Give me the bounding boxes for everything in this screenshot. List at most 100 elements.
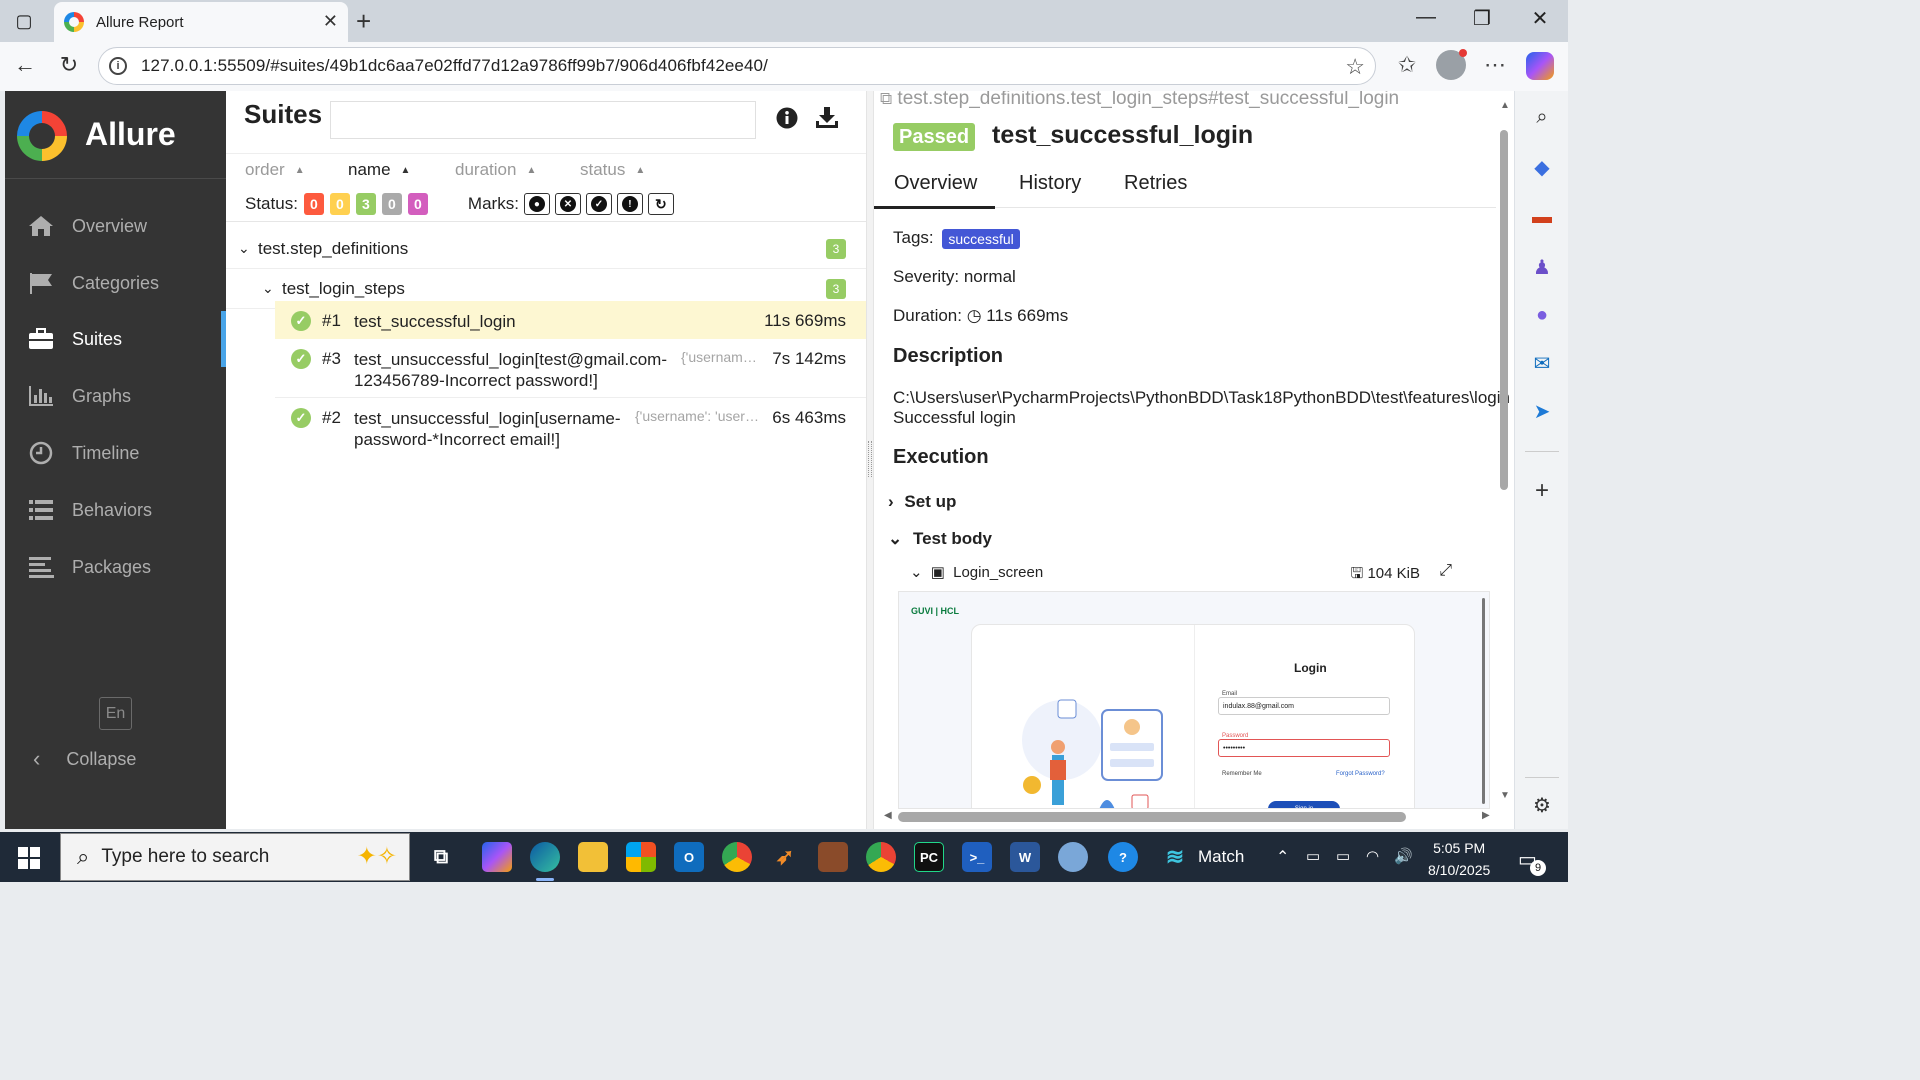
sort-order[interactable]: order ▲: [245, 160, 305, 180]
sidebar-item-overview[interactable]: Overview: [5, 198, 226, 254]
tab-retries[interactable]: Retries: [1124, 172, 1187, 195]
search-input[interactable]: [330, 101, 756, 139]
sort-name[interactable]: name ▲: [348, 160, 410, 180]
status-unknown-toggle[interactable]: 0: [407, 193, 428, 215]
app-icon[interactable]: ➶: [770, 842, 800, 872]
copilot-icon[interactable]: [1526, 52, 1554, 80]
brand[interactable]: Allure: [5, 91, 226, 179]
test-row[interactable]: ✓ #1 test_successful_login 11s 669ms: [275, 301, 866, 339]
weather-icon[interactable]: ≋: [1160, 842, 1190, 872]
volume-icon[interactable]: 🔊: [1394, 847, 1413, 865]
restore-icon[interactable]: ❐: [1462, 6, 1502, 31]
pane-splitter[interactable]: [866, 91, 874, 829]
sidebar-item-behaviors[interactable]: Behaviors: [5, 482, 226, 538]
url-text[interactable]: 127.0.0.1:55509/#suites/49b1dc6aa7e02ffd…: [141, 56, 768, 76]
sidebar-item-categories[interactable]: Categories: [5, 255, 226, 311]
copy-icon[interactable]: ⧉: [880, 91, 892, 108]
add-icon[interactable]: +: [1528, 477, 1556, 505]
settings-gear-icon[interactable]: ⚙: [1528, 791, 1556, 819]
horizontal-scrollbar[interactable]: [898, 812, 1406, 822]
weather-label[interactable]: Match: [1198, 847, 1244, 867]
collapse-button[interactable]: ‹ Collapse: [5, 731, 226, 787]
wifi-icon[interactable]: ◠: [1366, 847, 1379, 865]
status-broken-toggle[interactable]: 0: [329, 193, 350, 215]
mark-retries-toggle[interactable]: ↻: [647, 193, 674, 215]
tab-actions-icon[interactable]: ▢: [10, 8, 38, 34]
sort-duration[interactable]: duration ▲: [455, 160, 536, 180]
shopping-tag-icon[interactable]: ◆: [1528, 153, 1556, 181]
drag-handle[interactable]: [868, 441, 872, 477]
mark-new-passed-toggle[interactable]: ✓: [585, 193, 612, 215]
status-failed-toggle[interactable]: 0: [303, 193, 324, 215]
game-app-icon[interactable]: [818, 842, 848, 872]
status-passed-toggle[interactable]: 3: [355, 193, 376, 215]
help-icon[interactable]: ?: [1108, 842, 1138, 872]
site-info-icon[interactable]: i: [109, 57, 127, 75]
browser-tab[interactable]: Allure Report ✕: [54, 2, 348, 42]
paint-icon[interactable]: [1058, 842, 1088, 872]
sidebar-item-suites[interactable]: Suites: [5, 311, 226, 367]
status-skipped-toggle[interactable]: 0: [381, 193, 402, 215]
search-icon[interactable]: ⌕: [1528, 103, 1556, 131]
scrollbar-thumb[interactable]: [1500, 130, 1508, 490]
copilot-taskbar-icon[interactable]: [482, 842, 512, 872]
suite-group-row[interactable]: ⌄ test.step_definitions 3: [226, 229, 866, 269]
system-clock[interactable]: 5:05 PM 8/10/2025: [1428, 837, 1490, 881]
close-tab-icon[interactable]: ✕: [323, 11, 338, 32]
edge-browser-icon[interactable]: [530, 842, 560, 872]
minimize-icon[interactable]: —: [1406, 6, 1446, 29]
fullscreen-icon[interactable]: ⤢: [1439, 562, 1452, 580]
mark-new-broken-toggle[interactable]: !: [616, 193, 643, 215]
chevron-up-icon[interactable]: ⌃: [1276, 847, 1289, 867]
sidebar-item-packages[interactable]: Packages: [5, 539, 226, 595]
test-row[interactable]: ✓ #2 test_unsuccessful_login[username-pa…: [275, 398, 866, 457]
windows-start-icon[interactable]: [18, 847, 40, 869]
tab-overview[interactable]: Overview: [874, 172, 996, 209]
info-icon[interactable]: [776, 107, 798, 136]
taskbar-search[interactable]: ⌕ Type here to search ✦✧: [60, 833, 410, 881]
word-icon[interactable]: W: [1010, 842, 1040, 872]
outlook-icon[interactable]: ✉: [1528, 349, 1556, 377]
scroll-left-icon[interactable]: ◀: [884, 810, 892, 821]
scroll-down-icon[interactable]: ▼: [1500, 790, 1510, 801]
copilot-app-icon[interactable]: ●: [1528, 301, 1556, 329]
download-icon[interactable]: [815, 107, 839, 136]
scroll-up-icon[interactable]: ▲: [1500, 100, 1510, 111]
scroll-right-icon[interactable]: ▶: [1482, 810, 1490, 821]
test-body-toggle[interactable]: ⌄ Test body: [888, 529, 992, 549]
result-scrollbar[interactable]: ▲ ▼: [1500, 100, 1510, 810]
favorites-icon[interactable]: ✩: [1392, 52, 1422, 78]
chrome-icon[interactable]: [722, 842, 752, 872]
setup-toggle[interactable]: › Set up: [888, 492, 956, 512]
address-bar[interactable]: i 127.0.0.1:55509/#suites/49b1dc6aa7e02f…: [98, 47, 1376, 85]
send-icon[interactable]: ➤: [1528, 397, 1556, 425]
new-tab-icon[interactable]: +: [356, 6, 371, 37]
sort-status[interactable]: status ▲: [580, 160, 645, 180]
language-button[interactable]: En: [99, 697, 132, 730]
battery-icon[interactable]: ▭: [1336, 847, 1350, 865]
tab-history[interactable]: History: [1019, 172, 1081, 195]
back-icon[interactable]: ←: [10, 52, 40, 78]
sidebar-item-timeline[interactable]: Timeline: [5, 425, 226, 481]
attachment-preview[interactable]: GUVI | HCL Login Email indulax.88@gmail.…: [898, 591, 1490, 809]
sidebar-item-graphs[interactable]: Graphs: [5, 368, 226, 424]
tools-icon[interactable]: ▬: [1528, 203, 1556, 231]
tag-badge[interactable]: successful: [942, 228, 1020, 249]
refresh-icon[interactable]: ↻: [54, 52, 84, 78]
test-row[interactable]: ✓ #3 test_unsuccessful_login[test@gmail.…: [275, 339, 866, 398]
attachment-row[interactable]: ⌄ ▣ Login_screen 🖫 104 KiB ⤢: [910, 562, 1470, 587]
mark-flaky-toggle[interactable]: ●: [523, 193, 550, 215]
breadcrumb[interactable]: ⧉ test.step_definitions.test_login_steps…: [880, 91, 1399, 110]
pycharm-icon[interactable]: PC: [914, 842, 944, 872]
mark-new-failed-toggle[interactable]: ✕: [554, 193, 581, 215]
preview-scrollbar[interactable]: [1482, 598, 1485, 804]
chrome-profile-icon[interactable]: [866, 842, 896, 872]
meet-icon[interactable]: ▭: [1306, 847, 1320, 865]
task-view-icon[interactable]: ⧉: [426, 842, 456, 872]
more-menu-icon[interactable]: ⋯: [1480, 52, 1510, 78]
games-icon[interactable]: ♟: [1528, 253, 1556, 281]
favorite-star-icon[interactable]: ☆: [1345, 54, 1365, 80]
microsoft-store-icon[interactable]: [626, 842, 656, 872]
file-explorer-icon[interactable]: [578, 842, 608, 872]
outlook-taskbar-icon[interactable]: O: [674, 842, 704, 872]
